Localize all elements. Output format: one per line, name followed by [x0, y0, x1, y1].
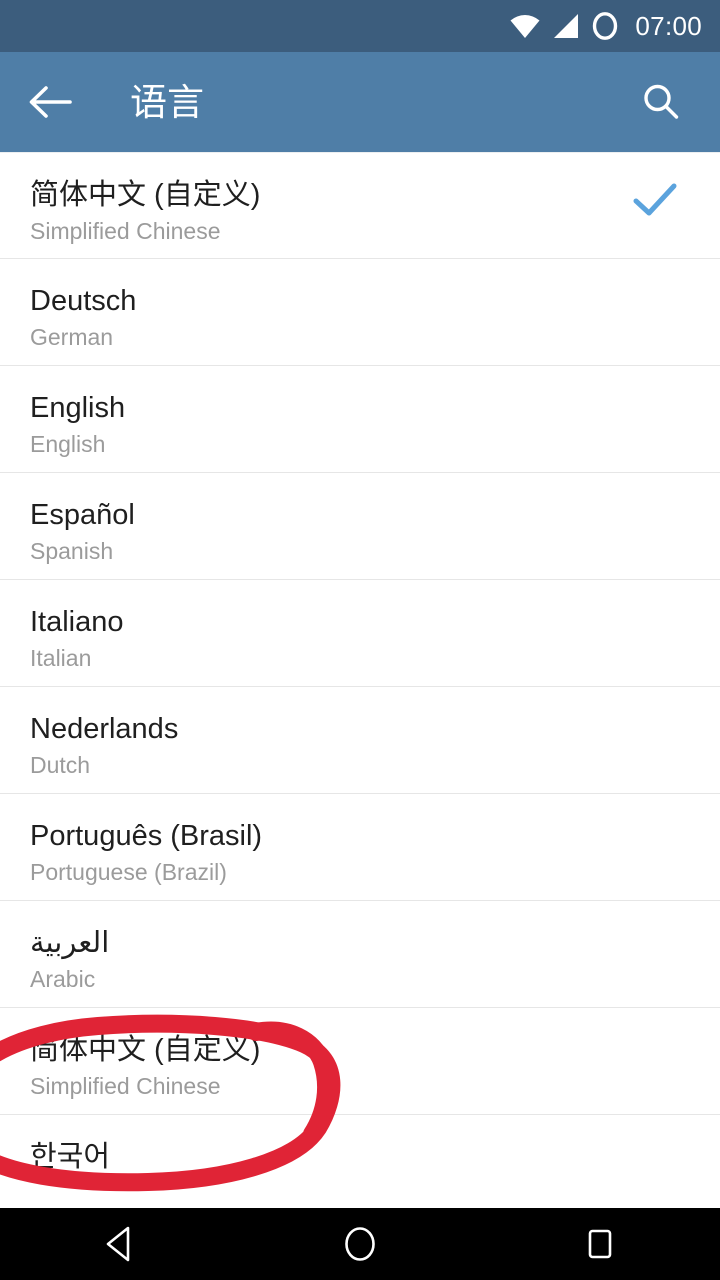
status-bar: 07:00 [0, 0, 720, 52]
back-button[interactable] [12, 52, 88, 152]
search-button[interactable] [618, 52, 704, 152]
language-list-item[interactable]: Português (Brasil) Portuguese (Brazil) [0, 794, 720, 901]
nav-home-button[interactable] [285, 1208, 435, 1280]
language-list-item[interactable]: Nederlands Dutch [0, 687, 720, 794]
language-english-name: Simplified Chinese [30, 218, 221, 244]
language-list-item[interactable]: Español Spanish [0, 473, 720, 580]
language-native-name: 简体中文 (自定义) [30, 1034, 261, 1066]
phone-screen: 07:00 语言 简体中文 (自定义) Simplified Chinese Deu… [0, 0, 720, 1280]
language-list-item[interactable]: 简体中文 (自定义) Simplified Chinese [0, 1008, 720, 1115]
language-list-item[interactable]: Italiano Italian [0, 580, 720, 687]
triangle-back-icon [106, 1226, 130, 1262]
navigation-bar [0, 1208, 720, 1280]
language-native-name: 한국어 [30, 1141, 111, 1173]
selected-check-icon [633, 183, 677, 216]
language-native-name: 简体中文 (自定义) [30, 179, 261, 211]
search-icon [644, 84, 679, 119]
language-list-item[interactable]: English English [0, 366, 720, 473]
language-english-name: Portuguese (Brazil) [30, 859, 227, 885]
nav-recents-button[interactable] [525, 1208, 675, 1280]
language-list[interactable]: 简体中文 (自定义) Simplified Chinese Deutsch Germa… [0, 152, 720, 1208]
app-bar: 语言 [0, 52, 720, 152]
language-native-name: English [30, 392, 126, 424]
language-english-name: Dutch [30, 752, 91, 778]
language-native-name: Nederlands [30, 713, 179, 745]
language-list-item[interactable]: العربية Arabic [0, 901, 720, 1008]
back-arrow-icon [29, 86, 72, 118]
language-english-name: English [30, 431, 106, 457]
page-title: 语言 [130, 81, 204, 123]
language-list-item[interactable]: 简体中文 (自定义) Simplified Chinese [0, 152, 720, 259]
language-native-name: العربية [30, 927, 110, 959]
language-list-item[interactable]: 한국어 [0, 1115, 720, 1208]
language-english-name: Arabic [30, 966, 96, 992]
language-list-item[interactable]: Deutsch German [0, 259, 720, 366]
language-english-name: German [30, 324, 114, 350]
wifi-icon [510, 15, 540, 38]
status-bar-clock: 07:00 [635, 11, 702, 41]
language-native-name: Español [30, 499, 135, 531]
language-english-name: Simplified Chinese [30, 1073, 221, 1099]
language-native-name: Português (Brasil) [30, 820, 263, 852]
status-bar-icons: 07:00 [509, 11, 702, 41]
nav-back-button[interactable] [45, 1208, 195, 1280]
language-native-name: Deutsch [30, 285, 137, 317]
alarm-ring-icon [593, 12, 618, 40]
cellular-signal-icon [554, 14, 579, 38]
language-english-name: Spanish [30, 538, 114, 564]
circle-home-icon [345, 1227, 375, 1261]
square-recents-icon [588, 1229, 612, 1259]
language-english-name: Italian [30, 645, 92, 671]
language-native-name: Italiano [30, 606, 124, 638]
